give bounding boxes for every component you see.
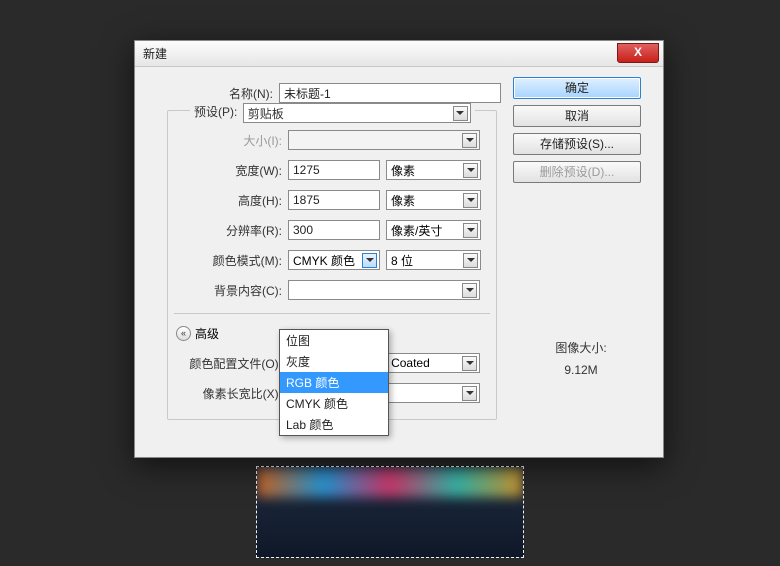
ok-button[interactable]: 确定 [513,77,641,99]
width-input[interactable] [288,160,380,180]
titlebar[interactable]: 新建 X [135,41,663,67]
color-mode-combo[interactable]: CMYK 颜色 [288,250,380,270]
size-combo [288,130,480,150]
advanced-toggle-icon[interactable]: « [176,326,191,341]
close-button[interactable]: X [617,43,659,63]
height-input[interactable] [288,190,380,210]
right-button-column: 确定 取消 存储预设(S)... 删除预设(D)... [513,77,651,189]
color-mode-dropdown-list[interactable]: 位图 灰度 RGB 颜色 CMYK 颜色 Lab 颜色 [279,329,389,436]
background-label: 背景内容(C): [168,282,288,299]
color-mode-option[interactable]: Lab 颜色 [280,414,388,435]
color-profile-label: 颜色配置文件(O): [168,355,288,372]
chevron-down-icon[interactable] [463,223,478,238]
chevron-down-icon[interactable] [463,193,478,208]
chevron-down-icon[interactable] [462,283,477,298]
width-unit-combo[interactable]: 像素 [386,160,481,180]
size-label: 大小(I): [168,132,288,149]
resolution-label: 分辨率(R): [168,222,288,239]
height-unit-combo[interactable]: 像素 [386,190,481,210]
save-preset-button[interactable]: 存储预设(S)... [513,133,641,155]
chevron-down-icon[interactable] [453,106,468,121]
color-mode-option[interactable]: RGB 颜色 [280,372,388,393]
background-combo[interactable] [288,280,480,300]
advanced-label[interactable]: 高级 [195,325,219,342]
background-selection-marquee [256,466,524,558]
image-size-label: 图像大小: [517,337,645,359]
new-document-dialog: 新建 X 名称(N): 确定 取消 存储预设(S)... 删除预设(D)... … [134,40,664,458]
resolution-unit-combo[interactable]: 像素/英寸 [386,220,481,240]
height-label: 高度(H): [168,192,288,209]
image-size-panel: 图像大小: 9.12M [517,337,645,381]
name-label: 名称(N): [147,85,279,102]
bit-depth-combo[interactable]: 8 位 [386,250,481,270]
preset-label: 预设(P): [194,105,237,119]
preset-value: 剪贴板 [248,105,284,122]
chevron-down-icon[interactable] [462,356,477,371]
chevron-down-icon[interactable] [462,386,477,401]
image-size-value: 9.12M [517,359,645,381]
chevron-down-icon[interactable] [463,163,478,178]
width-label: 宽度(W): [168,162,288,179]
resolution-input[interactable] [288,220,380,240]
color-mode-label: 颜色模式(M): [168,252,288,269]
background-image-blur [257,467,523,497]
chevron-down-icon [462,133,477,148]
dialog-title: 新建 [143,45,167,62]
color-mode-option[interactable]: 灰度 [280,351,388,372]
pixel-aspect-label: 像素长宽比(X): [168,385,288,402]
chevron-down-icon[interactable] [463,253,478,268]
chevron-down-icon[interactable] [362,253,377,268]
color-mode-option[interactable]: CMYK 颜色 [280,393,388,414]
color-mode-option[interactable]: 位图 [280,330,388,351]
name-input[interactable] [279,83,501,103]
delete-preset-button: 删除预设(D)... [513,161,641,183]
cancel-button[interactable]: 取消 [513,105,641,127]
